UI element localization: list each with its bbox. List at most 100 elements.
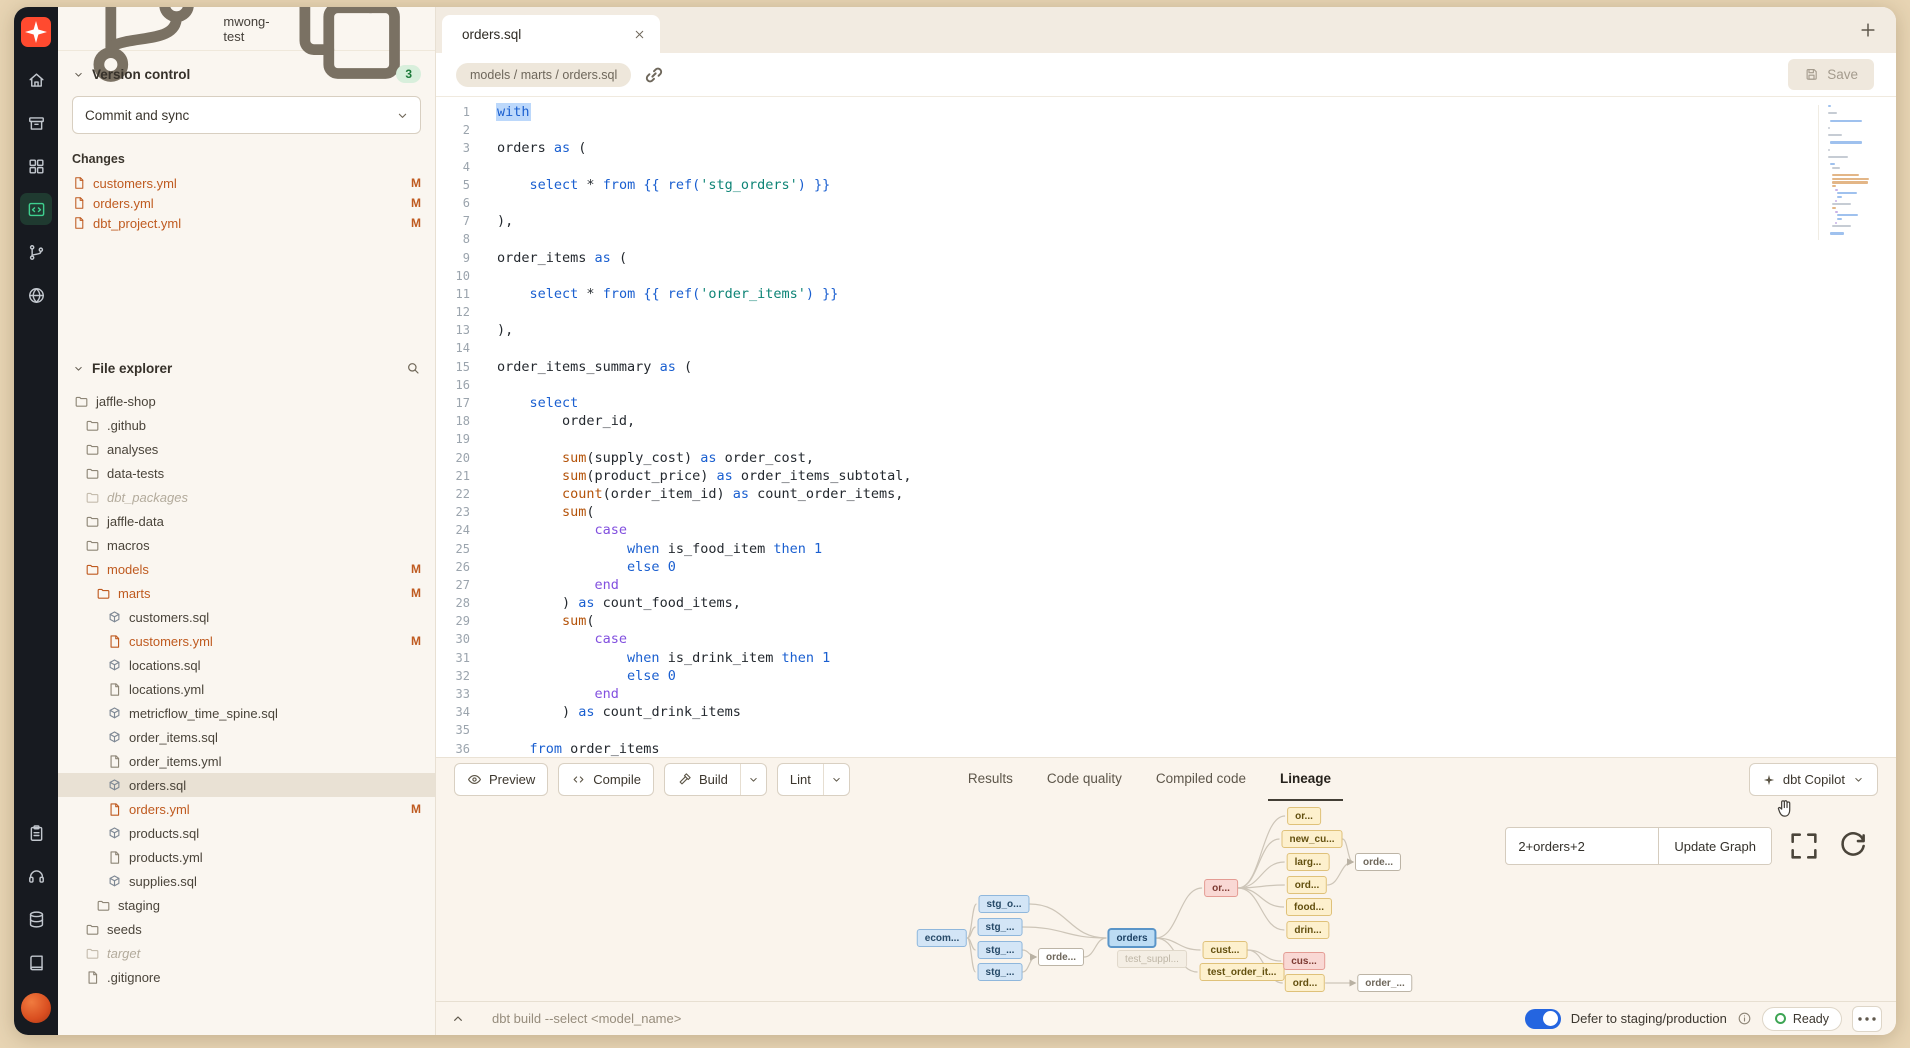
code-line[interactable]: 31 when is_drink_item then 1 bbox=[436, 649, 1786, 667]
file-tree-item[interactable]: products.yml bbox=[58, 845, 435, 869]
file-tree-item[interactable]: staging bbox=[58, 893, 435, 917]
code-line[interactable]: 4 bbox=[436, 158, 1786, 176]
code-line[interactable]: 23 sum( bbox=[436, 503, 1786, 521]
file-tree-item[interactable]: order_items.sql bbox=[58, 725, 435, 749]
lineage-selector-input[interactable] bbox=[1506, 828, 1658, 864]
code-line[interactable]: 21 sum(product_price) as order_items_sub… bbox=[436, 467, 1786, 485]
code-line[interactable]: 25 when is_food_item then 1 bbox=[436, 540, 1786, 558]
code-line[interactable]: 8 bbox=[436, 230, 1786, 248]
code-line[interactable]: 11 select * from {{ ref('order_items') }… bbox=[436, 285, 1786, 303]
search-icon[interactable] bbox=[405, 360, 421, 376]
changed-file[interactable]: orders.ymlM bbox=[58, 193, 435, 213]
code-line[interactable]: 10 bbox=[436, 267, 1786, 285]
lineage-node[interactable]: or... bbox=[1204, 879, 1238, 897]
lineage-node[interactable]: larg... bbox=[1287, 853, 1330, 871]
code-line[interactable]: 2 bbox=[436, 121, 1786, 139]
file-tree-item[interactable]: martsM bbox=[58, 581, 435, 605]
lineage-node[interactable]: stg_... bbox=[978, 941, 1023, 959]
code-line[interactable]: 7), bbox=[436, 212, 1786, 230]
refresh-button[interactable] bbox=[1836, 829, 1870, 863]
lineage-panel[interactable]: Update Graph ecom... stg_o... stg_... stg_.… bbox=[436, 801, 1896, 1001]
code-line[interactable]: 17 select bbox=[436, 394, 1786, 412]
rail-item-warehouse[interactable] bbox=[20, 107, 52, 139]
tab-code-quality[interactable]: Code quality bbox=[1035, 758, 1134, 801]
tab-orders-sql[interactable]: orders.sql bbox=[442, 15, 660, 53]
code-line[interactable]: 26 else 0 bbox=[436, 558, 1786, 576]
lineage-node[interactable]: stg_... bbox=[978, 918, 1023, 936]
code-line[interactable]: 12 bbox=[436, 303, 1786, 321]
file-tree-item[interactable]: dbt_packages bbox=[58, 485, 435, 509]
dbt-copilot-button[interactable]: dbt Copilot bbox=[1749, 763, 1878, 796]
file-tree-item[interactable]: target bbox=[58, 941, 435, 965]
info-icon[interactable] bbox=[1737, 1011, 1752, 1026]
lineage-node[interactable]: ord... bbox=[1285, 974, 1325, 992]
code-line[interactable]: 20 sum(supply_cost) as order_cost, bbox=[436, 449, 1786, 467]
file-tree-item[interactable]: customers.ymlM bbox=[58, 629, 435, 653]
chevron-down-icon[interactable] bbox=[823, 764, 849, 795]
rail-item-explore[interactable] bbox=[20, 279, 52, 311]
close-icon[interactable] bbox=[633, 28, 646, 41]
chevron-up-icon[interactable] bbox=[450, 1011, 466, 1027]
file-tree-item[interactable]: supplies.sql bbox=[58, 869, 435, 893]
lint-button[interactable]: Lint bbox=[777, 763, 850, 796]
code-line[interactable]: 36 from order_items bbox=[436, 740, 1786, 757]
lineage-node[interactable]: cus... bbox=[1283, 952, 1325, 970]
file-tree-item[interactable]: orders.sql bbox=[58, 773, 435, 797]
code-line[interactable]: 13), bbox=[436, 321, 1786, 339]
code-line[interactable]: 30 case bbox=[436, 630, 1786, 648]
command-prompt[interactable]: dbt build --select <model_name> bbox=[492, 1011, 681, 1026]
preview-button[interactable]: Preview bbox=[454, 763, 548, 796]
lineage-node[interactable]: ecom... bbox=[917, 929, 967, 947]
more-options-button[interactable] bbox=[1852, 1006, 1882, 1032]
file-tree-item[interactable]: order_items.yml bbox=[58, 749, 435, 773]
lineage-node[interactable]: stg_o... bbox=[978, 895, 1029, 913]
file-explorer-header[interactable]: File explorer bbox=[58, 353, 435, 383]
file-tree-item[interactable]: customers.sql bbox=[58, 605, 435, 629]
code-line[interactable]: 14 bbox=[436, 339, 1786, 357]
compile-button[interactable]: Compile bbox=[558, 763, 654, 796]
file-tree-item[interactable]: jaffle-shop bbox=[58, 389, 435, 413]
rail-item-apps[interactable] bbox=[20, 150, 52, 182]
lineage-node[interactable]: stg_... bbox=[978, 963, 1023, 981]
code-line[interactable]: 18 order_id, bbox=[436, 412, 1786, 430]
code-line[interactable]: 24 case bbox=[436, 521, 1786, 539]
lineage-node[interactable]: test_order_it... bbox=[1200, 963, 1285, 981]
code-editor[interactable]: 1with23orders as (45 select * from {{ re… bbox=[436, 97, 1896, 757]
chevron-down-icon[interactable] bbox=[395, 108, 410, 123]
code-line[interactable]: 33 end bbox=[436, 685, 1786, 703]
file-tree-item[interactable]: .github bbox=[58, 413, 435, 437]
file-tree-item[interactable]: products.sql bbox=[58, 821, 435, 845]
code-line[interactable]: 16 bbox=[436, 376, 1786, 394]
rail-item-stack[interactable] bbox=[20, 903, 52, 935]
file-tree-item[interactable]: macros bbox=[58, 533, 435, 557]
code-line[interactable]: 3orders as ( bbox=[436, 139, 1786, 157]
lineage-node[interactable]: food... bbox=[1286, 898, 1332, 916]
lineage-node[interactable]: orders bbox=[1108, 929, 1155, 947]
lineage-node[interactable]: or... bbox=[1287, 807, 1321, 825]
file-tree-item[interactable]: locations.yml bbox=[58, 677, 435, 701]
file-tree-item[interactable]: orders.ymlM bbox=[58, 797, 435, 821]
rail-item-develop[interactable] bbox=[20, 193, 52, 225]
chevron-down-icon[interactable] bbox=[740, 764, 766, 795]
file-tree-item[interactable]: .gitignore bbox=[58, 965, 435, 989]
editor-minimap[interactable] bbox=[1818, 105, 1884, 240]
rail-item-support[interactable] bbox=[20, 860, 52, 892]
file-tree-item[interactable]: analyses bbox=[58, 437, 435, 461]
code-line[interactable]: 35 bbox=[436, 721, 1786, 739]
file-tree-item[interactable]: metricflow_time_spine.sql bbox=[58, 701, 435, 725]
dbt-logo[interactable] bbox=[21, 17, 51, 47]
file-tree-item[interactable]: data-tests bbox=[58, 461, 435, 485]
user-avatar[interactable] bbox=[21, 993, 51, 1023]
file-tree-item[interactable]: jaffle-data bbox=[58, 509, 435, 533]
code-line[interactable]: 22 count(order_item_id) as count_order_i… bbox=[436, 485, 1786, 503]
tab-results[interactable]: Results bbox=[956, 758, 1025, 801]
docs-link-icon[interactable] bbox=[641, 62, 667, 88]
rail-item-home[interactable] bbox=[20, 64, 52, 96]
lineage-node[interactable]: drin... bbox=[1286, 921, 1329, 939]
lineage-node[interactable]: orde... bbox=[1038, 948, 1084, 966]
rail-item-notebook[interactable] bbox=[20, 817, 52, 849]
lineage-node[interactable]: ord... bbox=[1287, 876, 1327, 894]
update-graph-button[interactable]: Update Graph bbox=[1658, 828, 1771, 864]
lineage-node[interactable]: orde... bbox=[1355, 853, 1401, 871]
changed-file[interactable]: customers.ymlM bbox=[58, 173, 435, 193]
